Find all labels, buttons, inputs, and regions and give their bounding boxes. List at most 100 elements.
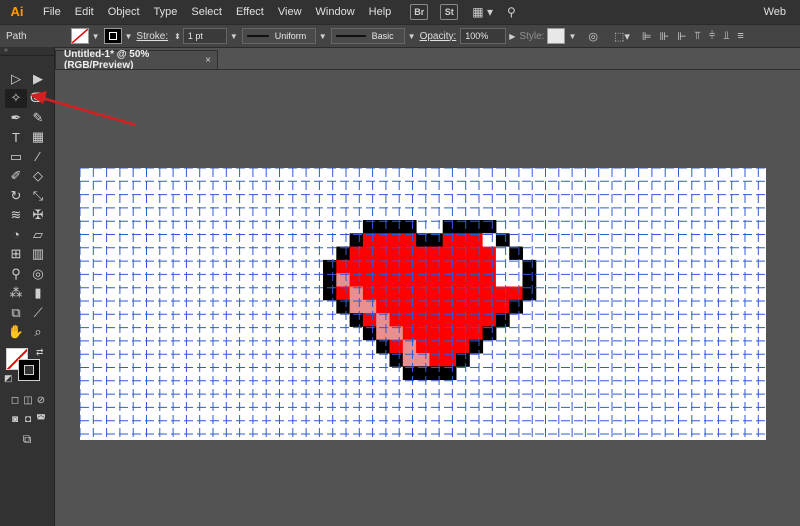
- type-tool-icon[interactable]: T: [5, 128, 27, 147]
- puppet-warp-tool-icon[interactable]: ✠: [27, 206, 49, 225]
- stroke-weight-stepper-icon[interactable]: ⬍: [174, 32, 181, 41]
- recolor-artwork-icon[interactable]: ◎: [588, 30, 598, 43]
- heart-pixel: [336, 246, 351, 261]
- heart-pixel: [362, 246, 377, 261]
- heart-pixel: [509, 273, 523, 287]
- heart-pixel: [429, 273, 444, 287]
- screen-mode-icon[interactable]: ⧉: [16, 430, 38, 449]
- menu-object[interactable]: Object: [101, 0, 147, 24]
- opacity-field[interactable]: 100%: [460, 28, 507, 44]
- swap-fill-stroke-icon[interactable]: ⇄: [36, 347, 44, 358]
- document-tab[interactable]: Untitled-1* @ 50% (RGB/Preview) ×: [55, 49, 218, 71]
- menu-edit[interactable]: Edit: [68, 0, 101, 24]
- heart-pixel: [349, 246, 364, 261]
- menu-file[interactable]: File: [36, 0, 68, 24]
- direct-selection-tool-icon[interactable]: ▶: [27, 69, 49, 88]
- stroke-label[interactable]: Stroke:: [136, 31, 168, 42]
- selection-tool-icon[interactable]: ▷: [5, 69, 27, 88]
- heart-pixel: [376, 233, 390, 248]
- stroke-color-swatch[interactable]: [103, 28, 122, 44]
- bridge-button[interactable]: Br: [410, 4, 429, 20]
- heart-pixel: [442, 233, 457, 248]
- selection-type-label: Path: [6, 30, 27, 42]
- magic-wand-tool-icon[interactable]: ✧: [5, 88, 27, 108]
- menu-type[interactable]: Type: [147, 0, 185, 24]
- artboard-tool-icon[interactable]: ⧉: [5, 303, 27, 322]
- pixel-grid: [80, 168, 766, 440]
- heart-pixel: [456, 233, 470, 248]
- gpu-performance-icon[interactable]: ⚲: [507, 5, 516, 19]
- pen-tool-icon[interactable]: ✒: [5, 108, 27, 127]
- profile-preview: [246, 35, 269, 37]
- shape-builder-tool-icon[interactable]: ◔: [5, 225, 27, 244]
- eyedropper-tool-icon[interactable]: ⚲: [5, 264, 27, 283]
- stock-button[interactable]: St: [440, 4, 459, 20]
- scale-tool-icon[interactable]: ⤡: [27, 186, 49, 205]
- arrange-documents-icon[interactable]: ▦ ▾: [472, 5, 493, 19]
- slice-tool-icon[interactable]: ⟋: [27, 303, 49, 322]
- opacity-label[interactable]: Opacity:: [420, 31, 457, 42]
- symbol-sprayer-tool-icon[interactable]: ⁂: [5, 284, 27, 303]
- heart-pixel: [469, 326, 484, 341]
- draw-inside-icon[interactable]: ◚: [30, 410, 52, 429]
- mesh-tool-icon[interactable]: ⊞: [5, 245, 27, 264]
- grid-tool-icon[interactable]: ▦: [27, 128, 49, 147]
- lasso-tool-icon[interactable]: ↂ: [27, 89, 49, 108]
- heart-pixel: [509, 259, 523, 274]
- no-fill-slash-icon: [71, 29, 88, 43]
- none-mode-icon[interactable]: ⊘: [30, 391, 52, 410]
- perspective-grid-tool-icon[interactable]: ▱: [27, 225, 49, 244]
- fill-color-swatch[interactable]: [70, 28, 89, 44]
- stroke-weight-field[interactable]: 1 pt: [182, 28, 227, 44]
- variable-width-profile-select[interactable]: Uniform: [241, 28, 316, 44]
- workspace-switcher[interactable]: Web: [764, 0, 786, 24]
- default-colors-icon[interactable]: ◩: [4, 373, 13, 384]
- distribute-icon[interactable]: ≡: [737, 30, 743, 42]
- stroke-swatch-black[interactable]: [18, 359, 40, 381]
- heart-pixel: [456, 259, 470, 274]
- menu-window[interactable]: Window: [309, 0, 362, 24]
- graphic-style-swatch[interactable]: [547, 28, 566, 44]
- align-middle-icon[interactable]: ⫩: [709, 30, 715, 43]
- heart-pixel: [509, 286, 523, 301]
- rotate-tool-icon[interactable]: ↻: [5, 186, 27, 205]
- align-bottom-icon[interactable]: ⫫: [723, 30, 729, 43]
- chevron-down-icon[interactable]: ▼: [568, 32, 576, 41]
- menu-view[interactable]: View: [271, 0, 309, 24]
- heart-pixel: [429, 259, 444, 274]
- chevron-down-icon[interactable]: ▼: [92, 32, 100, 41]
- menu-effect[interactable]: Effect: [229, 0, 271, 24]
- align-right-icon[interactable]: ⊩: [677, 30, 687, 43]
- chevron-down-icon[interactable]: ▼: [230, 32, 238, 41]
- menu-help[interactable]: Help: [362, 0, 399, 24]
- chevron-down-icon[interactable]: ▼: [408, 32, 416, 41]
- align-to-icon[interactable]: ⬚▾: [614, 30, 630, 43]
- column-graph-tool-icon[interactable]: ▮: [27, 284, 49, 303]
- eraser-tool-icon[interactable]: ◇: [27, 167, 49, 186]
- close-tab-button[interactable]: ×: [205, 55, 211, 66]
- chevron-down-icon[interactable]: ▼: [319, 32, 327, 41]
- chevron-right-icon[interactable]: ▶: [509, 32, 515, 41]
- blend-tool-icon[interactable]: ◎: [27, 264, 49, 283]
- heart-pixel: [389, 220, 404, 234]
- hand-tool-icon[interactable]: ✋: [5, 323, 27, 342]
- menu-select[interactable]: Select: [184, 0, 229, 24]
- chevron-down-icon[interactable]: ▼: [125, 32, 133, 41]
- align-left-icon[interactable]: ⊫: [642, 30, 652, 43]
- curvature-tool-icon[interactable]: ✎: [27, 108, 49, 127]
- align-center-icon[interactable]: ⊪: [659, 30, 669, 43]
- gradient-tool-icon[interactable]: ▥: [27, 245, 49, 264]
- heart-pixel: [402, 259, 417, 274]
- shaper-tool-icon[interactable]: ✐: [5, 167, 27, 186]
- align-top-icon[interactable]: ⫪: [695, 30, 701, 43]
- brush-definition-select[interactable]: Basic: [330, 28, 405, 44]
- panel-grip[interactable]: »: [0, 47, 54, 56]
- heart-pixel: [442, 313, 457, 327]
- heart-pixel: [429, 313, 444, 327]
- paintbrush-tool-icon[interactable]: ∕: [27, 147, 49, 166]
- rectangle-tool-icon[interactable]: ▭: [5, 147, 27, 166]
- warp-tool-icon[interactable]: ≋: [5, 206, 27, 225]
- zoom-tool-icon[interactable]: ⌕: [27, 323, 49, 342]
- heart-pixel: [376, 313, 390, 327]
- artboard[interactable]: [80, 168, 766, 440]
